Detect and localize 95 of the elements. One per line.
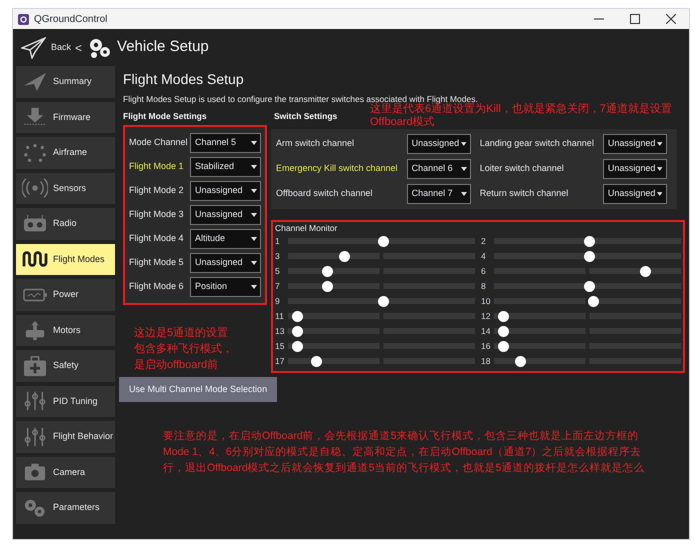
first-aid-kit-icon (22, 354, 48, 377)
dropdown[interactable]: Unassigned (190, 252, 261, 272)
channel-number: 8 (481, 280, 487, 293)
signal-icon (22, 177, 48, 200)
channel-number: 1 (275, 234, 281, 248)
page-description: Flight Modes Setup is used to configure the transmitter switches associated with Flight Modes. (123, 93, 478, 104)
app-icon (18, 14, 29, 24)
setting-label: Flight Mode 6 (129, 280, 184, 293)
annotation-text: 这边是5通道的设置 包含多种飞行模式， 是启动offboard前 (134, 326, 233, 373)
sidebar-item[interactable]: Sensors (16, 172, 115, 204)
annotation-text: 这里是代表6通道设置为Kill，也就是紧急关闭，7通道就是设置 Offboard模式 (370, 103, 672, 129)
caret-icon (657, 166, 663, 170)
setting-label: Flight Mode 3 (129, 208, 184, 221)
caret-icon (251, 260, 257, 264)
setting-label: Flight Mode 4 (129, 232, 184, 245)
sidebar-item[interactable]: PID Tuning (16, 386, 115, 417)
channel-number: 14 (481, 324, 492, 338)
caret-icon (251, 140, 257, 144)
channel-number: 2 (481, 234, 487, 248)
caret-icon (461, 142, 467, 146)
sidebar-item[interactable]: Airframe (16, 137, 115, 168)
channel-number: 17 (275, 354, 286, 368)
sidebar-item[interactable]: Safety (16, 350, 115, 382)
maximize-button[interactable] (630, 14, 640, 24)
caret-icon (251, 212, 257, 216)
back-link[interactable]: Back (51, 40, 72, 54)
caret-icon (657, 142, 663, 146)
setting-label: Flight Mode 1 (129, 160, 184, 173)
dropdown[interactable]: Channel 6 (406, 158, 471, 178)
annotation-text: 要注意的是，在启动Offboard前，会先根据通道5来确认飞行模式，包含三种也就是上面左边方框的 Mode 1、4、6分别对应的模式是自稳、定高和定点，在启动Offboard（通道7）之后就会根据程序去 行，退出Offboard模式之后就会恢复到通道5当前的飞行模式，也就是5通道的拨杆是怎么样就是怎么 (163, 429, 644, 476)
setting-label: Mode Channel (129, 136, 188, 149)
setting-label: Emergency Kill switch channel (276, 162, 399, 175)
page-title: Flight Modes Setup (123, 70, 245, 89)
channel-number: 12 (481, 310, 492, 323)
dropdown[interactable]: Unassigned (602, 184, 667, 204)
close-button[interactable] (666, 14, 676, 24)
dropdown[interactable]: Unassigned (602, 158, 667, 178)
setting-label: Arm switch channel (276, 136, 356, 150)
sliders-icon (22, 390, 48, 412)
paper-plane-icon (22, 70, 48, 93)
caret-icon (251, 164, 257, 168)
camera-icon (22, 461, 48, 484)
dropdown[interactable]: Unassigned (190, 180, 261, 200)
sidebar-item[interactable]: Radio (16, 208, 115, 240)
caret-icon (460, 166, 467, 170)
dots-icon (22, 142, 48, 164)
sidebar-item[interactable]: Power (16, 279, 115, 310)
dropdown[interactable]: Channel 5 (190, 132, 261, 152)
channel-number: 10 (481, 294, 492, 308)
caret-icon (251, 284, 257, 288)
sidebar-item[interactable]: Summary (16, 66, 115, 98)
dropdown[interactable]: Channel 7 (406, 184, 471, 204)
section-heading: Flight Mode Settings (123, 110, 207, 122)
sidebar-item[interactable]: Motors (16, 314, 115, 346)
dropdown[interactable]: Unassigned (190, 204, 261, 224)
gears-icon (88, 36, 112, 58)
setting-label: Offboard switch channel (276, 186, 374, 200)
channel-number: 3 (275, 250, 281, 263)
sliders-icon (22, 426, 48, 448)
dropdown[interactable]: Unassigned (406, 134, 471, 154)
channel-number: 15 (275, 340, 286, 353)
sidebar-item[interactable]: Flight Behavior (16, 421, 115, 452)
channel-number: 13 (275, 324, 286, 338)
section-heading: Switch Settings (274, 110, 338, 122)
page-header-title: Vehicle Setup (117, 37, 209, 58)
channel-number: 7 (275, 280, 281, 293)
window-title: QGroundControl (34, 12, 108, 26)
caret-icon (251, 236, 257, 240)
channel-number: 9 (275, 294, 281, 308)
sidebar-item[interactable]: Flight Modes (16, 244, 115, 275)
sidebar-item[interactable]: Parameters (16, 492, 115, 524)
caret-icon (251, 188, 257, 192)
channel-number: 4 (481, 250, 487, 263)
setting-label: Flight Mode 5 (129, 256, 184, 269)
channel-number: 18 (481, 354, 492, 368)
channel-number: 16 (481, 340, 492, 353)
caret-icon (460, 192, 467, 196)
setting-label: Flight Mode 2 (129, 184, 184, 197)
separator: < (75, 40, 82, 56)
channel-monitor-title: Channel Monitor (275, 222, 338, 234)
channel-number: 6 (481, 264, 487, 278)
multi-channel-button[interactable]: Use Multi Channel Mode Selection (119, 377, 278, 402)
dropdown[interactable]: Altitude (190, 228, 261, 248)
setting-label: Return switch channel (480, 186, 570, 200)
sidebar-item[interactable]: Firmware (16, 102, 115, 133)
dropdown[interactable]: Stabilized (190, 156, 261, 176)
channel-number: 5 (275, 264, 281, 278)
setting-label: Loiter switch channel (480, 162, 565, 175)
paper-plane-icon[interactable] (21, 36, 46, 58)
setting-label: Landing gear switch channel (480, 136, 595, 150)
dropdown[interactable]: Position (190, 276, 261, 296)
channel-number: 11 (275, 310, 285, 323)
sidebar-item[interactable]: Camera (16, 456, 115, 488)
caret-icon (657, 192, 663, 196)
dropdown[interactable]: Unassigned (602, 134, 667, 154)
